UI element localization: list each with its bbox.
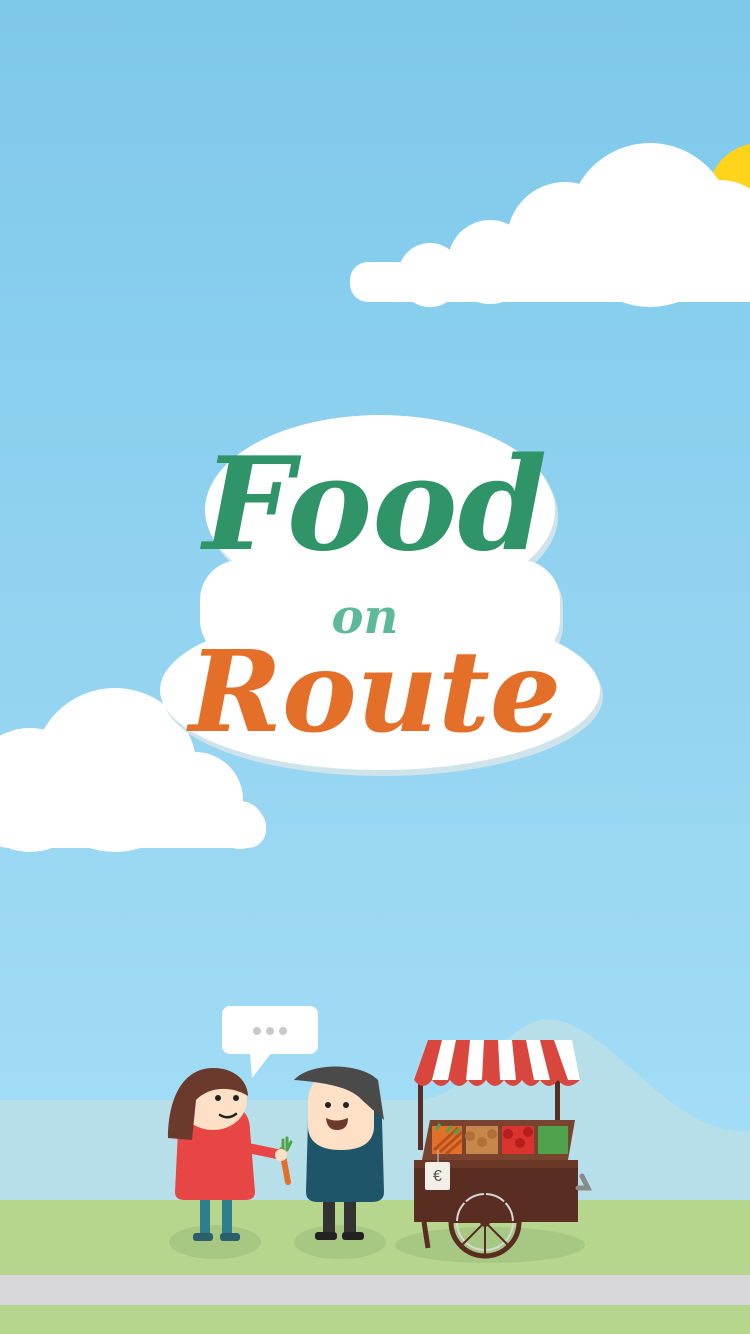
grass-bottom	[0, 1305, 750, 1334]
produce-crates	[422, 1120, 575, 1160]
path	[0, 1275, 750, 1305]
cart-wheel	[448, 1185, 522, 1259]
shadow-man	[294, 1225, 386, 1259]
cart-awning	[414, 1040, 580, 1086]
logo-route: Route	[188, 627, 562, 758]
shadow-woman	[169, 1225, 261, 1259]
price-tag-symbol: €	[433, 1168, 442, 1185]
logo-food: Food	[202, 430, 548, 580]
splash-screen: Food on Route €	[0, 0, 750, 1334]
